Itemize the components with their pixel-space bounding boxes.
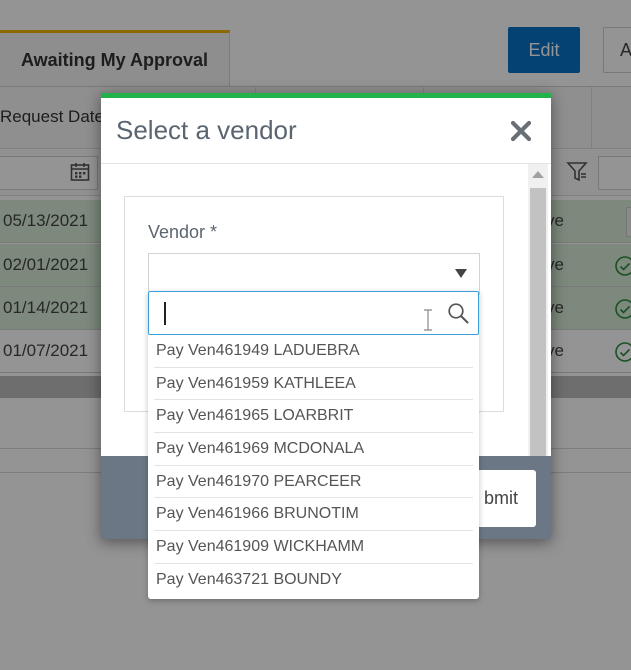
scroll-up-arrow-icon[interactable] bbox=[532, 171, 544, 178]
dropdown-arrow-icon[interactable] bbox=[455, 269, 467, 278]
search-icon[interactable] bbox=[447, 302, 469, 324]
close-icon[interactable] bbox=[510, 120, 532, 142]
vendor-select[interactable] bbox=[148, 253, 480, 295]
vendor-options: Pay Ven461949 LADUEBRA Pay Ven461959 KAT… bbox=[148, 335, 479, 597]
vendor-option[interactable]: Pay Ven461965 LOARBRIT bbox=[154, 400, 473, 434]
text-caret bbox=[164, 302, 166, 325]
vendor-option[interactable]: Pay Ven461970 PEARCEER bbox=[154, 466, 473, 499]
vendor-option[interactable]: Pay Ven461909 WICKHAMM bbox=[154, 531, 473, 564]
vendor-option[interactable]: Pay Ven461969 MCDONALA bbox=[154, 433, 473, 466]
dialog-header: Select a vendor bbox=[101, 98, 551, 164]
vendor-field-label: Vendor * bbox=[148, 222, 218, 242]
vendor-option[interactable]: Pay Ven463721 BOUNDY bbox=[154, 564, 473, 597]
vendor-option[interactable]: Pay Ven461959 KATHLEEA bbox=[154, 368, 473, 401]
vendor-option[interactable]: Pay Ven461966 BRUNOTIM bbox=[154, 498, 473, 532]
dialog-title: Select a vendor bbox=[116, 115, 297, 145]
dialog-scrollbar[interactable] bbox=[528, 164, 548, 456]
vendor-option[interactable]: Pay Ven461949 LADUEBRA bbox=[154, 335, 473, 368]
scroll-thumb[interactable] bbox=[530, 188, 546, 456]
text-cursor-icon bbox=[424, 309, 432, 331]
vendor-search-input[interactable] bbox=[148, 291, 479, 335]
vendor-dropdown-list: Pay Ven461949 LADUEBRA Pay Ven461959 KAT… bbox=[148, 291, 479, 599]
